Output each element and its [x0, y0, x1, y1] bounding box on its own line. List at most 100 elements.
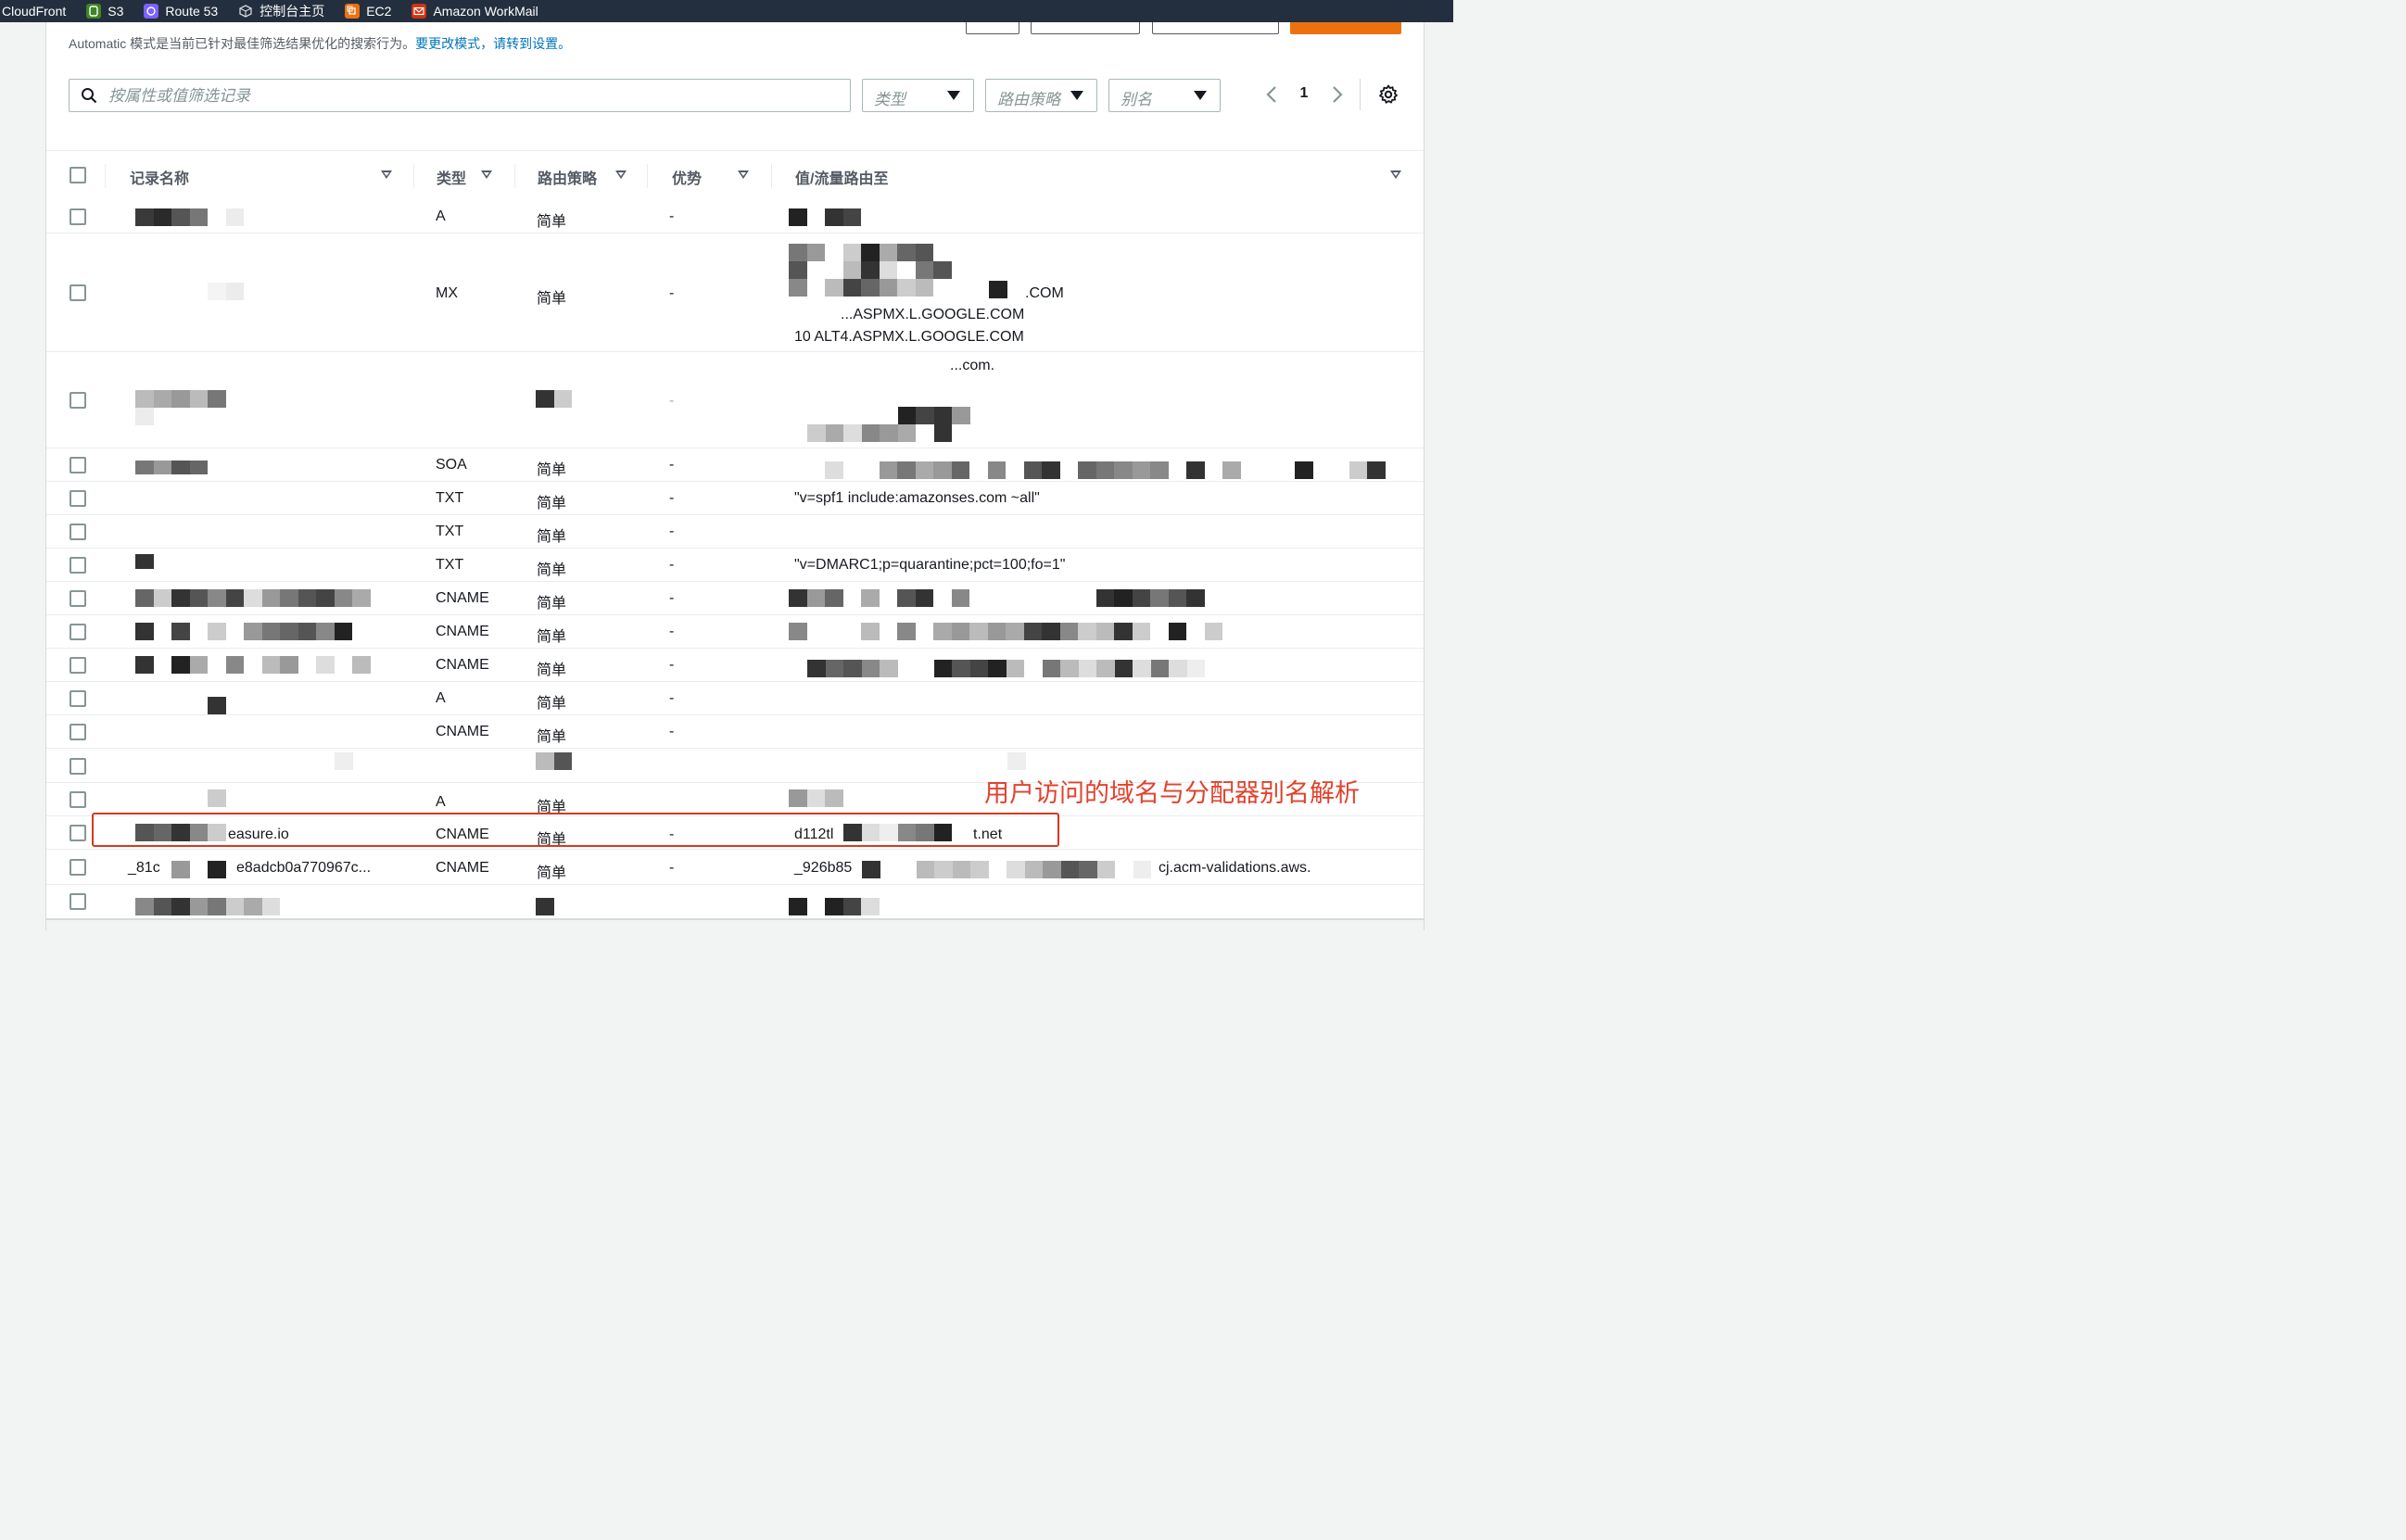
favorite-cloudfront[interactable]: CloudFront [2, 0, 66, 22]
table-row[interactable]: SOA 简单 - [46, 448, 1424, 482]
next-page-button[interactable] [1327, 83, 1348, 106]
table-row[interactable]: MX 简单 - .COM ...ASPMX.L.GOOGLE.COM 10 AL… [46, 234, 1424, 352]
record-value-line: "v=DMARC1;p=quarantine;pct=100;fo=1" [794, 557, 1066, 573]
create-record-button[interactable] [1290, 22, 1401, 34]
table-row[interactable]: _81c e8adcb0a770967c... CNAME 简单 - _926b… [46, 850, 1424, 885]
table-row[interactable]: TXT 简单 - "v=DMARC1;p=quarantine;pct=100;… [46, 549, 1424, 582]
column-separator [647, 164, 648, 188]
differentiator: - [669, 724, 675, 739]
redacted-record-name [171, 861, 227, 878]
row-checkbox[interactable] [70, 624, 86, 640]
sort-icon[interactable] [615, 170, 627, 179]
redacted-record-value [789, 244, 970, 297]
notice-text: Automatic 模式是当前已针对最佳筛选结果优化的搜索行为。 [69, 36, 416, 51]
table-row[interactable]: CNAME 简单 - [46, 582, 1424, 615]
routing-policy: 简单 [537, 596, 567, 612]
table-row[interactable]: TXT 简单 - "v=spf1 include:amazonses.com ~… [46, 482, 1424, 515]
row-checkbox[interactable] [70, 893, 86, 910]
row-checkbox[interactable] [70, 490, 86, 507]
previous-page-button[interactable] [1261, 83, 1282, 106]
table-row[interactable]: CNAME 简单 - [46, 615, 1424, 649]
redacted-record-name [135, 461, 209, 474]
select-all-checkbox[interactable] [70, 167, 86, 183]
current-page-number[interactable]: 1 [1298, 85, 1311, 102]
record-type: CNAME [436, 724, 489, 739]
record-type: CNAME [436, 657, 489, 673]
sort-icon[interactable] [738, 170, 749, 179]
routing-policy: 简单 [537, 696, 567, 712]
redacted-record-value [789, 208, 863, 226]
redacted-record-name [208, 697, 226, 714]
row-checkbox[interactable] [70, 590, 86, 607]
differentiator: - [669, 524, 675, 539]
header-action-button[interactable] [1152, 22, 1279, 34]
type-filter-select[interactable]: 类型 [862, 79, 974, 112]
column-header-differentiator[interactable]: 优势 [672, 166, 702, 188]
table-row[interactable]: - ...com. [46, 352, 1424, 448]
column-header-record-name[interactable]: 记录名称 [130, 166, 189, 188]
row-checkbox[interactable] [70, 208, 86, 225]
row-checkbox[interactable] [70, 825, 86, 841]
redacted-record-value [989, 281, 1007, 298]
search-input[interactable] [107, 83, 833, 109]
favorite-console-home[interactable]: 控制台主页 [238, 0, 324, 22]
column-header-routing-policy[interactable]: 路由策略 [538, 166, 597, 188]
row-checkbox[interactable] [70, 392, 86, 409]
row-checkbox[interactable] [70, 859, 86, 876]
redacted-record-name [135, 208, 247, 226]
routing-policy: 简单 [537, 865, 567, 881]
favorite-ec2[interactable]: EC2 [345, 0, 391, 22]
redacted-record-name [335, 752, 353, 770]
alias-filter-select[interactable]: 别名 [1108, 79, 1221, 112]
console-home-icon [238, 4, 253, 19]
routing-policy: 简单 [537, 663, 567, 678]
table-row[interactable] [46, 885, 1424, 918]
favorite-s3[interactable]: S3 [86, 0, 123, 22]
row-checkbox[interactable] [70, 758, 86, 775]
record-type: A [436, 794, 446, 810]
row-checkbox[interactable] [70, 690, 86, 707]
column-header-value[interactable]: 值/流量路由至 [795, 166, 888, 188]
record-value-line: "v=spf1 include:amazonses.com ~all" [794, 490, 1040, 506]
favorite-label: Route 53 [165, 4, 219, 19]
column-header-type[interactable]: 类型 [437, 166, 466, 188]
redacted-routing-policy [536, 898, 554, 915]
change-mode-link[interactable]: 要更改模式，请转到设置。 [415, 36, 571, 51]
sort-icon[interactable] [481, 170, 492, 179]
record-name[interactable]: _81c [128, 860, 160, 877]
table-row[interactable]: A 简单 - [46, 200, 1424, 234]
favorite-label: 控制台主页 [260, 4, 325, 19]
favorite-workmail[interactable]: Amazon WorkMail [412, 0, 538, 22]
differentiator: - [669, 624, 675, 639]
annotation-highlight-box [92, 813, 1059, 847]
row-checkbox[interactable] [70, 284, 86, 301]
row-checkbox[interactable] [70, 791, 86, 808]
routing-policy: 简单 [537, 529, 567, 545]
redacted-record-value [789, 623, 1224, 640]
table-bottom-border [46, 918, 1424, 920]
row-checkbox[interactable] [70, 457, 86, 473]
settings-gear-icon[interactable] [1378, 84, 1399, 105]
row-checkbox[interactable] [70, 657, 86, 674]
record-value-line: cj.acm-validations.aws. [1159, 860, 1311, 876]
row-checkbox[interactable] [70, 524, 86, 540]
favorites-bar: CloudFront S3 Route 53 控制台主页 EC2 Amazon … [0, 0, 1453, 22]
row-checkbox[interactable] [70, 724, 86, 740]
differentiator: - [669, 393, 675, 409]
table-row[interactable]: TXT 简单 - [46, 515, 1424, 549]
redacted-record-name [135, 898, 284, 915]
table-row[interactable]: A 简单 - [46, 682, 1424, 715]
sort-icon[interactable] [1390, 170, 1401, 179]
header-action-button[interactable] [966, 22, 1019, 34]
record-search [69, 79, 851, 112]
differentiator: - [669, 590, 675, 606]
row-checkbox[interactable] [70, 557, 86, 574]
favorite-route53[interactable]: Route 53 [144, 0, 218, 22]
routing-filter-select[interactable]: 路由策略 [985, 79, 1097, 112]
differentiator: - [669, 285, 675, 301]
redacted-record-value [807, 407, 970, 442]
sort-icon[interactable] [381, 170, 392, 179]
table-row[interactable]: CNAME 简单 - [46, 649, 1424, 682]
header-action-button[interactable] [1031, 22, 1140, 34]
table-row[interactable]: CNAME 简单 - [46, 715, 1424, 749]
